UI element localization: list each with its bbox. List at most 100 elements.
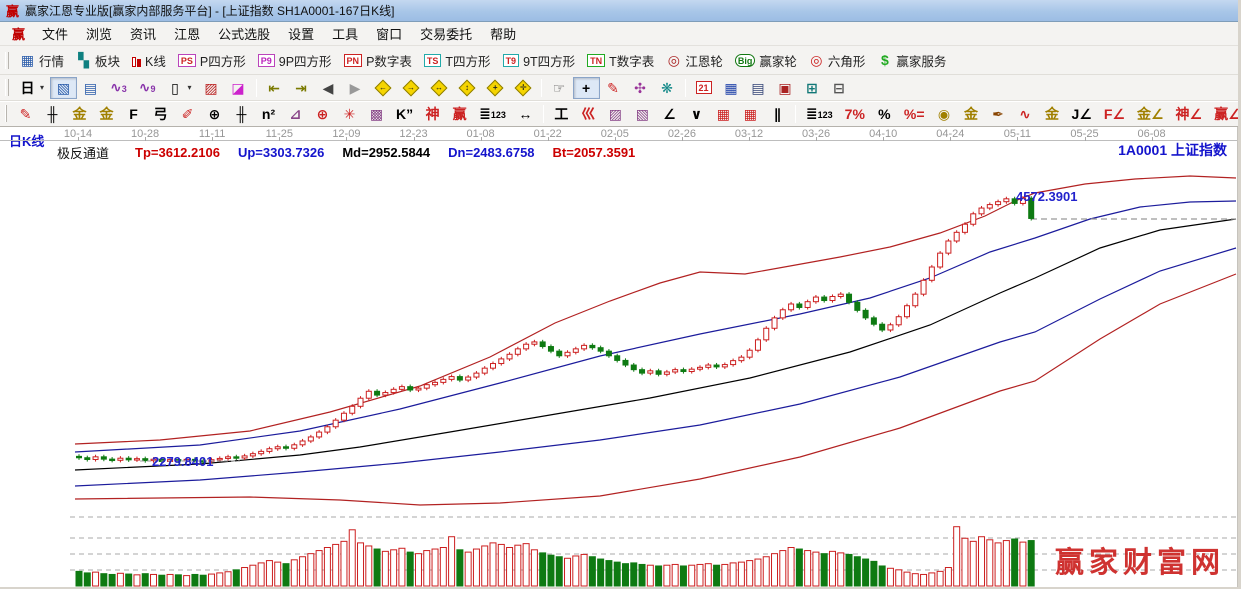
grid-a-button[interactable]: ▦ xyxy=(710,103,737,125)
fan-lines-button[interactable]: 巛 xyxy=(575,103,602,125)
title-bar[interactable]: 赢 赢家江恩专业版[赢家内部服务平台] - [上证指数 SH1A0001-167… xyxy=(0,0,1238,22)
chart-window-button[interactable]: ▧ xyxy=(50,77,77,99)
tick-ruler-button[interactable]: ╫ xyxy=(39,103,66,125)
p9-square-button[interactable]: P99P四方形 xyxy=(252,48,338,73)
pen-ruler-button[interactable]: ✐ xyxy=(174,103,201,125)
symbol-label[interactable]: 1A0001 上证指数 xyxy=(1118,140,1227,160)
angle-gold-button[interactable]: 金∠ xyxy=(1131,103,1170,125)
f-ruler-button[interactable]: F xyxy=(120,103,147,125)
k-marks-button[interactable]: K” xyxy=(390,103,419,125)
next-bar-button[interactable]: ▶ xyxy=(342,77,369,99)
gold-levels2-button[interactable]: 金 xyxy=(1039,103,1066,125)
network-button[interactable]: ⊞ xyxy=(799,77,826,99)
kline-button[interactable]: K线 xyxy=(126,48,172,73)
drag-hand-button[interactable]: ☞ xyxy=(546,77,573,99)
wave-3-button[interactable]: ∿3 xyxy=(104,76,133,100)
quotes-button[interactable]: ▦行情 xyxy=(14,48,70,73)
expand-y-button[interactable]: ↕ xyxy=(453,79,481,97)
zoom-all-button[interactable]: + xyxy=(481,79,509,97)
profile-chart-button[interactable]: ◪ xyxy=(225,77,252,99)
price-ladder-button[interactable]: ≣123 xyxy=(800,102,839,126)
print-button[interactable]: ⊟ xyxy=(826,77,853,99)
candle-type-button[interactable]: ▯▾ xyxy=(162,77,198,99)
p-number-table-button[interactable]: PNP数字表 xyxy=(338,48,418,73)
menu-window[interactable]: 窗口 xyxy=(367,22,411,45)
expand-x-button[interactable]: ↔ xyxy=(425,79,453,97)
gann-box-button[interactable]: ▨ xyxy=(198,77,225,99)
analysis-button[interactable]: ❋ xyxy=(654,77,681,99)
spiral-tool-button[interactable]: 弓 xyxy=(147,103,174,125)
p-square-button[interactable]: PSP四方形 xyxy=(172,48,252,73)
gold-ruler-a-button[interactable]: 金 xyxy=(66,103,93,125)
wave-9-button[interactable]: ∿9 xyxy=(133,76,162,100)
menu-tools[interactable]: 工具 xyxy=(323,22,367,45)
fan-box2-button[interactable]: ▧ xyxy=(629,103,656,125)
ruler-123-button[interactable]: ≣123 xyxy=(473,102,512,126)
menu-settings[interactable]: 设置 xyxy=(279,22,323,45)
gann-tool-button[interactable]: ✣ xyxy=(627,77,654,99)
ink-pen-button[interactable]: ✒ xyxy=(985,103,1012,125)
n-squared-button[interactable]: n² xyxy=(255,103,282,125)
period-daily-button[interactable]: 日▾ xyxy=(14,77,50,99)
pct-levels-button[interactable]: %= xyxy=(898,103,931,125)
menu-gann[interactable]: 江恩 xyxy=(165,22,209,45)
percent-button[interactable]: % xyxy=(871,103,898,125)
toolbar-grip[interactable] xyxy=(5,52,9,69)
shen-ruler-button[interactable]: 神 xyxy=(419,103,446,125)
sectors-button[interactable]: ▚板块 xyxy=(70,48,126,73)
grid-net-button[interactable]: ▩ xyxy=(363,103,390,125)
parallel-lines-button[interactable]: ∥ xyxy=(764,103,791,125)
crosshair-button[interactable]: + xyxy=(573,77,600,99)
angle-f-button[interactable]: F∠ xyxy=(1098,103,1131,125)
t9-square-button[interactable]: T99T四方形 xyxy=(497,48,582,73)
angle-ying-button[interactable]: 赢∠ xyxy=(1208,103,1241,125)
menu-formula-stock-pick[interactable]: 公式选股 xyxy=(209,22,279,45)
ying-ruler-button[interactable]: 赢 xyxy=(446,103,473,125)
pct-retrace-button[interactable]: 7% xyxy=(839,103,871,125)
menu-help[interactable]: 帮助 xyxy=(481,22,525,45)
trend-line-button[interactable]: ∠ xyxy=(656,103,683,125)
menu-logo-icon[interactable]: 赢 xyxy=(4,24,33,43)
calendar-21-button[interactable]: 21 xyxy=(690,78,718,97)
width-arrow-button[interactable]: ↔ xyxy=(512,103,539,125)
gann-wheel-button[interactable]: ◎江恩轮 xyxy=(660,48,729,73)
winner-service-button[interactable]: $赢家服务 xyxy=(871,48,952,73)
info-list-button[interactable]: ▤ xyxy=(77,77,104,99)
angle-measure-button[interactable]: ✎ xyxy=(600,77,627,99)
notes-button[interactable]: ▤ xyxy=(745,77,772,99)
t-square-button[interactable]: TST四方形 xyxy=(418,48,497,73)
calculator-button[interactable]: ▦ xyxy=(718,77,745,99)
toolbar-grip[interactable] xyxy=(5,79,9,96)
toolbar-grip[interactable] xyxy=(5,105,7,122)
hexagon-button[interactable]: ◎六角形 xyxy=(803,48,872,73)
tick-ruler2-button[interactable]: ╫ xyxy=(228,103,255,125)
menu-file[interactable]: 文件 xyxy=(33,22,77,45)
gold-levels-button[interactable]: 金 xyxy=(958,103,985,125)
menu-browse[interactable]: 浏览 xyxy=(77,22,121,45)
angle-pencil-button[interactable]: ⊿ xyxy=(282,103,309,125)
frame-tool-button[interactable]: 工 xyxy=(548,103,575,125)
fan-box-button[interactable]: ▨ xyxy=(602,103,629,125)
save-button[interactable]: ▣ xyxy=(772,77,799,99)
brush-tool-button[interactable]: ✎ xyxy=(12,103,39,125)
angle-j-button[interactable]: J∠ xyxy=(1066,103,1098,125)
zigzag-button[interactable]: ∨ xyxy=(683,103,710,125)
winner-wheel-button[interactable]: Big赢家轮 xyxy=(729,48,803,73)
chart-canvas[interactable]: 4572.39012279.8401 xyxy=(0,127,1241,587)
circle-arrows-button[interactable]: ⊕ xyxy=(201,103,228,125)
prev-bar-button[interactable]: ◀ xyxy=(315,77,342,99)
first-bar-button[interactable]: ⇤ xyxy=(261,77,288,99)
menu-trade-order[interactable]: 交易委托 xyxy=(411,22,481,45)
grid-b-button[interactable]: ▦ xyxy=(737,103,764,125)
zoom-out-x-button[interactable]: ← xyxy=(369,79,397,97)
gold-ruler-b-button[interactable]: 金 xyxy=(93,103,120,125)
fit-screen-button[interactable]: ✛ xyxy=(509,79,537,97)
zoom-in-x-button[interactable]: → xyxy=(397,79,425,97)
starburst-button[interactable]: ✳ xyxy=(336,103,363,125)
t-number-table-button[interactable]: TNT数字表 xyxy=(581,48,660,73)
wave-pct-button[interactable]: ∿ xyxy=(1012,103,1039,125)
last-bar-button[interactable]: ⇥ xyxy=(288,77,315,99)
circle-cross-button[interactable]: ⊕ xyxy=(309,103,336,125)
gold-circle-button[interactable]: ◉ xyxy=(931,103,958,125)
indicator-name[interactable]: 极反通道 xyxy=(57,143,109,162)
